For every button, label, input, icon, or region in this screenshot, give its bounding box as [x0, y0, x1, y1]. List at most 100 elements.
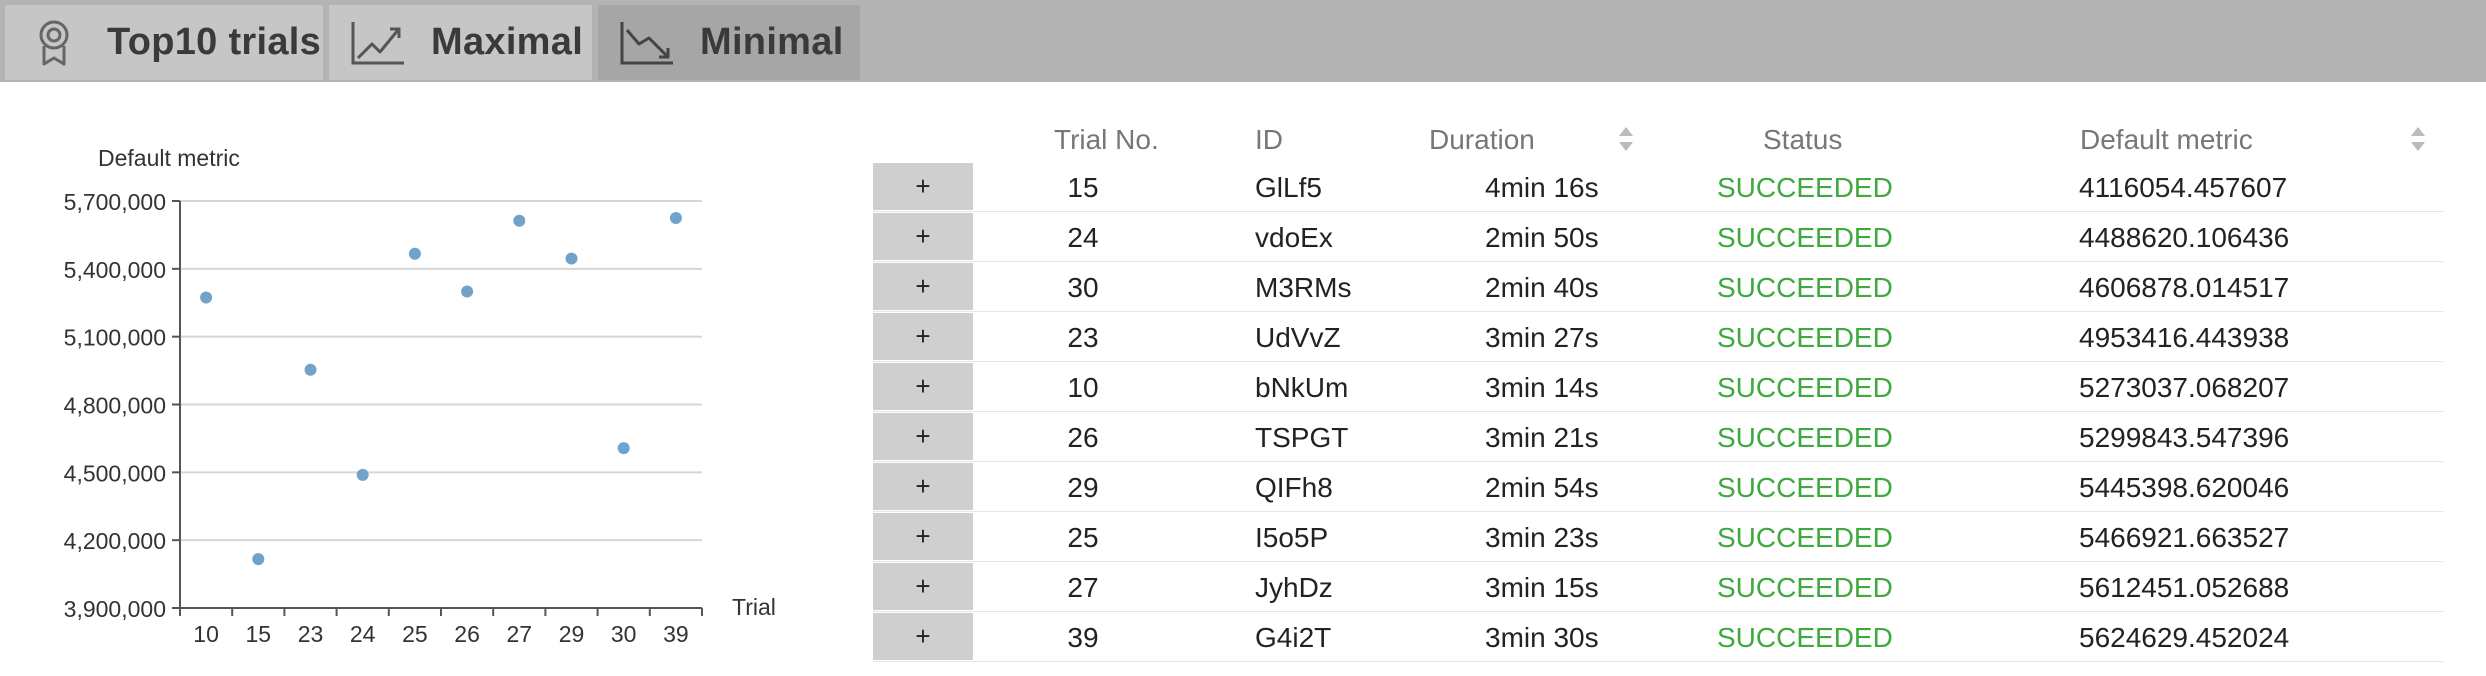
- data-point: [513, 214, 526, 227]
- cell-duration: 2min 40s: [1485, 272, 1599, 303]
- data-point: [617, 442, 630, 455]
- table-row: +27 JyhDz 3min 15s SUCCEEDED 5612451.052688: [873, 562, 2443, 612]
- data-point: [200, 291, 213, 304]
- data-point: [565, 252, 578, 265]
- trend-up-icon: [343, 5, 413, 80]
- x-tick-label: 23: [298, 621, 324, 647]
- x-tick-label: 24: [350, 621, 376, 647]
- table-row: +29 QIFh8 2min 54s SUCCEEDED 5445398.620046: [873, 462, 2443, 512]
- tab-label: Top10 trials: [107, 21, 322, 63]
- cell-id: UdVvZ: [1255, 322, 1341, 353]
- cell-default-metric: 4116054.457607: [2079, 172, 2288, 203]
- cell-status: SUCCEEDED: [1717, 172, 1893, 203]
- cell-id: bNkUm: [1255, 372, 1349, 403]
- expand-row-button[interactable]: +: [873, 363, 973, 410]
- cell-duration: 3min 15s: [1485, 572, 1599, 603]
- cell-default-metric: 5299843.547396: [2079, 422, 2290, 453]
- table-row: +30 M3RMs 2min 40s SUCCEEDED 4606878.014517: [873, 262, 2443, 312]
- cell-duration: 2min 50s: [1485, 222, 1599, 253]
- cell-trial-no: 10: [1067, 372, 1099, 403]
- cell-trial-no: 39: [1067, 622, 1099, 653]
- tab-maximal[interactable]: Maximal: [329, 5, 592, 80]
- table-row: +39 G4i2T 3min 30s SUCCEEDED 5624629.452024: [873, 612, 2443, 662]
- cell-trial-no: 15: [1067, 172, 1099, 203]
- table-row: +15 GlLf5 4min 16s SUCCEEDED 4116054.457607: [873, 162, 2443, 212]
- cell-status: SUCCEEDED: [1717, 522, 1893, 553]
- cell-duration: 3min 21s: [1485, 422, 1599, 453]
- table-row: +26 TSPGT 3min 21s SUCCEEDED 5299843.547396: [873, 412, 2443, 462]
- cell-default-metric: 5466921.663527: [2079, 522, 2290, 553]
- tab-top10-trials[interactable]: Top10 trials: [5, 5, 323, 80]
- cell-id: I5o5P: [1255, 522, 1329, 553]
- tab-label: Minimal: [700, 21, 844, 63]
- expand-row-button[interactable]: +: [873, 613, 973, 660]
- cell-status: SUCCEEDED: [1717, 472, 1893, 503]
- y-tick-label: 3,900,000: [64, 596, 166, 622]
- cell-trial-no: 29: [1067, 472, 1099, 503]
- expand-row-button[interactable]: +: [873, 413, 973, 460]
- trend-down-icon: [612, 5, 682, 80]
- trials-table: Trial No. ID Duration Status Default met…: [873, 112, 2443, 662]
- cell-id: TSPGT: [1255, 422, 1349, 453]
- table-row: +10 bNkUm 3min 14s SUCCEEDED 5273037.068207: [873, 362, 2443, 412]
- x-tick-label: 27: [507, 621, 533, 647]
- tab-minimal[interactable]: Minimal: [598, 5, 860, 80]
- col-duration[interactable]: Duration: [1429, 124, 1535, 156]
- col-trial-no[interactable]: Trial No.: [1054, 124, 1159, 156]
- cell-id: GlLf5: [1255, 172, 1322, 203]
- cell-default-metric: 5273037.068207: [2079, 372, 2290, 403]
- cell-duration: 4min 16s: [1485, 172, 1599, 203]
- cell-trial-no: 24: [1067, 222, 1099, 253]
- cell-duration: 2min 54s: [1485, 472, 1599, 503]
- cell-trial-no: 26: [1067, 422, 1099, 453]
- tab-label: Maximal: [431, 21, 584, 63]
- x-axis-title: Trial: [732, 594, 776, 620]
- cell-id: JyhDz: [1255, 572, 1333, 603]
- expand-row-button[interactable]: +: [873, 463, 973, 510]
- cell-status: SUCCEEDED: [1717, 372, 1893, 403]
- cell-default-metric: 4488620.106436: [2079, 222, 2290, 253]
- y-tick-label: 4,800,000: [64, 393, 166, 419]
- expand-row-button[interactable]: +: [873, 313, 973, 360]
- y-tick-label: 5,400,000: [64, 257, 166, 283]
- cell-default-metric: 5612451.052688: [2079, 572, 2290, 603]
- cell-status: SUCCEEDED: [1717, 622, 1893, 653]
- cell-trial-no: 23: [1067, 322, 1099, 353]
- data-point: [304, 363, 317, 376]
- cell-id: M3RMs: [1255, 272, 1352, 303]
- data-point: [461, 285, 474, 298]
- x-tick-label: 25: [402, 621, 428, 647]
- table-row: +24 vdoEx 2min 50s SUCCEEDED 4488620.106436: [873, 212, 2443, 262]
- x-tick-label: 26: [454, 621, 480, 647]
- expand-row-button[interactable]: +: [873, 163, 973, 210]
- cell-status: SUCCEEDED: [1717, 422, 1893, 453]
- y-tick-label: 5,100,000: [64, 325, 166, 351]
- data-point: [408, 247, 421, 260]
- cell-id: G4i2T: [1255, 622, 1332, 653]
- table-row: +25 I5o5P 3min 23s SUCCEEDED 5466921.663527: [873, 512, 2443, 562]
- cell-default-metric: 5445398.620046: [2079, 472, 2290, 503]
- cell-default-metric: 4953416.443938: [2079, 322, 2290, 353]
- cell-status: SUCCEEDED: [1717, 272, 1893, 303]
- expand-row-button[interactable]: +: [873, 563, 973, 610]
- y-axis-title: Default metric: [98, 145, 240, 171]
- table-body: +15 GlLf5 4min 16s SUCCEEDED 4116054.457607 +…: [873, 162, 2443, 662]
- col-default-metric[interactable]: Default metric: [2080, 124, 2253, 156]
- cell-trial-no: 30: [1067, 272, 1099, 303]
- tab-bar: Top10 trials Maximal Minimal: [0, 0, 2486, 82]
- x-tick-label: 29: [559, 621, 585, 647]
- cell-status: SUCCEEDED: [1717, 572, 1893, 603]
- col-status[interactable]: Status: [1763, 124, 1842, 156]
- expand-row-button[interactable]: +: [873, 513, 973, 560]
- y-tick-label: 5,700,000: [64, 189, 166, 215]
- cell-duration: 3min 14s: [1485, 372, 1599, 403]
- data-point: [669, 212, 682, 225]
- sort-icon[interactable]: [1617, 124, 1635, 154]
- sort-icon[interactable]: [2409, 124, 2427, 154]
- expand-row-button[interactable]: +: [873, 213, 973, 260]
- cell-trial-no: 25: [1067, 522, 1099, 553]
- col-id[interactable]: ID: [1255, 124, 1283, 156]
- table-row: +23 UdVvZ 3min 27s SUCCEEDED 4953416.443938: [873, 312, 2443, 362]
- cell-trial-no: 27: [1067, 572, 1099, 603]
- expand-row-button[interactable]: +: [873, 263, 973, 310]
